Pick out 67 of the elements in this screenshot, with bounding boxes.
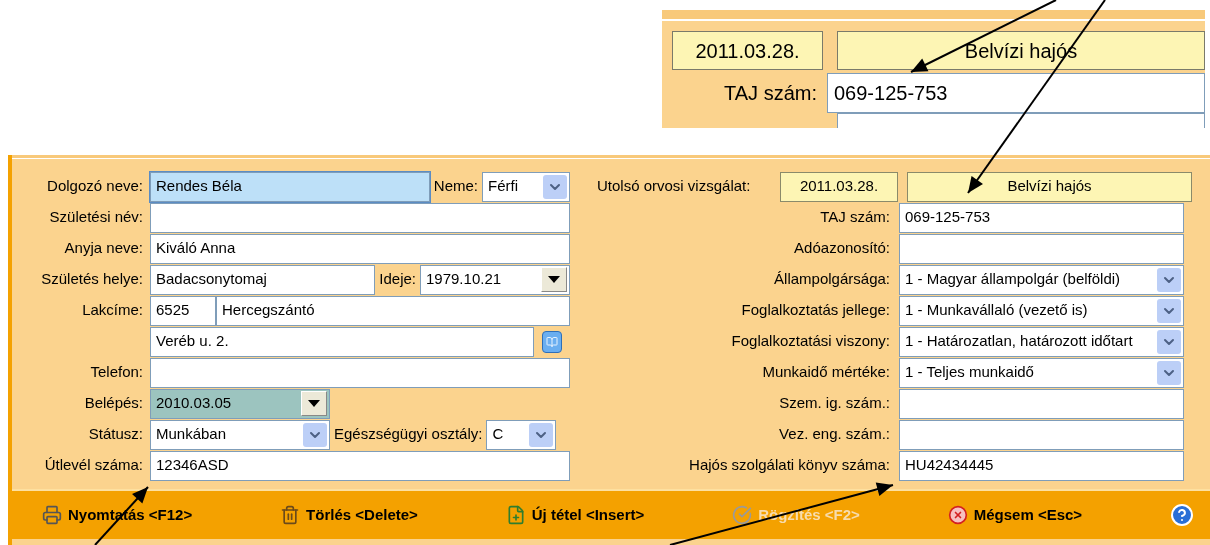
dropdown-field[interactable]: 1 - Magyar állampolgár (belföldi) (899, 264, 1184, 295)
dropdown-field[interactable]: Férfi (482, 171, 570, 202)
chevron-down-icon (303, 422, 327, 447)
field-label: Belépés: (84, 394, 143, 412)
field-label: TAJ szám: (820, 208, 890, 226)
field-label: TAJ szám: (724, 82, 817, 104)
text-field[interactable]: Kiváló Anna (150, 233, 570, 264)
chevron-down-icon (543, 174, 567, 199)
chevron-down-icon (1157, 329, 1181, 354)
text-field[interactable]: 069-125-753 (827, 73, 1205, 113)
toolbar-button[interactable]: Mégsem <Esc> (945, 500, 1085, 530)
dropdown-field[interactable]: 1 - Teljes munkaidő (899, 357, 1184, 388)
chevron-down-icon (1157, 360, 1181, 385)
chevron-down-icon (1157, 267, 1181, 292)
help-icon (1170, 503, 1194, 527)
field-label: Anyja neve: (64, 239, 143, 257)
field-label: Útlevél száma: (44, 456, 143, 474)
chevron-down-icon (529, 422, 554, 447)
text-field[interactable] (899, 419, 1184, 450)
trash-icon (280, 505, 301, 525)
field-label: Állampolgársága: (774, 270, 890, 288)
field-label: Foglalkoztatás jellege: (741, 301, 890, 319)
toolbar-button[interactable]: Új tétel <Insert> (503, 500, 647, 530)
field-label: Születés helye: (41, 270, 143, 288)
dropdown-field[interactable]: 1 - Határozatlan, határozott időtart (899, 326, 1184, 357)
text-field[interactable]: Badacsonytomaj (150, 264, 376, 295)
text-field[interactable]: Rendes Béla (150, 171, 430, 202)
text-field[interactable]: 12346ASD (150, 450, 570, 481)
field-label: Ideje: (378, 269, 417, 290)
field-label: Telefon: (90, 363, 143, 381)
field-label: Hajós szolgálati könyv száma: (689, 456, 890, 474)
text-field[interactable]: Hercegszántó (216, 295, 570, 326)
field-label: Foglalkoztatási viszony: (731, 332, 890, 350)
field-label: Lakcíme: (82, 301, 143, 319)
text-field[interactable]: 6525 (150, 295, 216, 326)
text-field[interactable] (837, 113, 1205, 128)
text-field[interactable] (150, 202, 570, 233)
info-box: Belvízi hajós (907, 171, 1192, 202)
text-field[interactable] (899, 388, 1184, 419)
chevron-down-icon (1157, 298, 1181, 323)
text-field[interactable]: HU42434445 (899, 450, 1184, 481)
date-field[interactable]: 1979.10.21 (420, 264, 570, 295)
text-field[interactable] (150, 357, 570, 388)
printer-icon (42, 505, 62, 525)
field-label: Utolsó orvosi vizsgálat: (596, 176, 752, 197)
info-box: 2011.03.28. (780, 171, 898, 202)
field-label: Munkaidő mértéke: (762, 363, 890, 381)
dropdown-field[interactable]: Munkában (150, 419, 330, 450)
field-label: Adóazonosító: (794, 239, 890, 257)
field-label: Neme: (432, 176, 479, 197)
text-field[interactable] (899, 233, 1184, 264)
text-field[interactable]: 069-125-753 (899, 202, 1184, 233)
field-label: Szem. ig. szám.: (779, 394, 890, 412)
field-label: Dolgozó neve: (47, 177, 143, 195)
dropdown-field[interactable]: C (486, 419, 557, 450)
close-icon (947, 505, 968, 525)
toolbar-button[interactable]: Törlés <Delete> (278, 500, 420, 530)
field-label: Státusz: (88, 425, 143, 443)
field-label: Vez. eng. szám.: (779, 425, 890, 443)
field-label: Egészségügyi osztály: (333, 424, 484, 445)
check-icon (732, 505, 753, 525)
info-box: 2011.03.28. (672, 31, 823, 70)
book-icon[interactable] (542, 330, 562, 353)
field-label: Születési név: (49, 208, 143, 226)
date-field[interactable]: 2010.03.05 (150, 388, 330, 419)
text-field[interactable]: Veréb u. 2. (150, 326, 534, 357)
dropdown-field[interactable]: 1 - Munkavállaló (vezető is) (899, 295, 1184, 326)
